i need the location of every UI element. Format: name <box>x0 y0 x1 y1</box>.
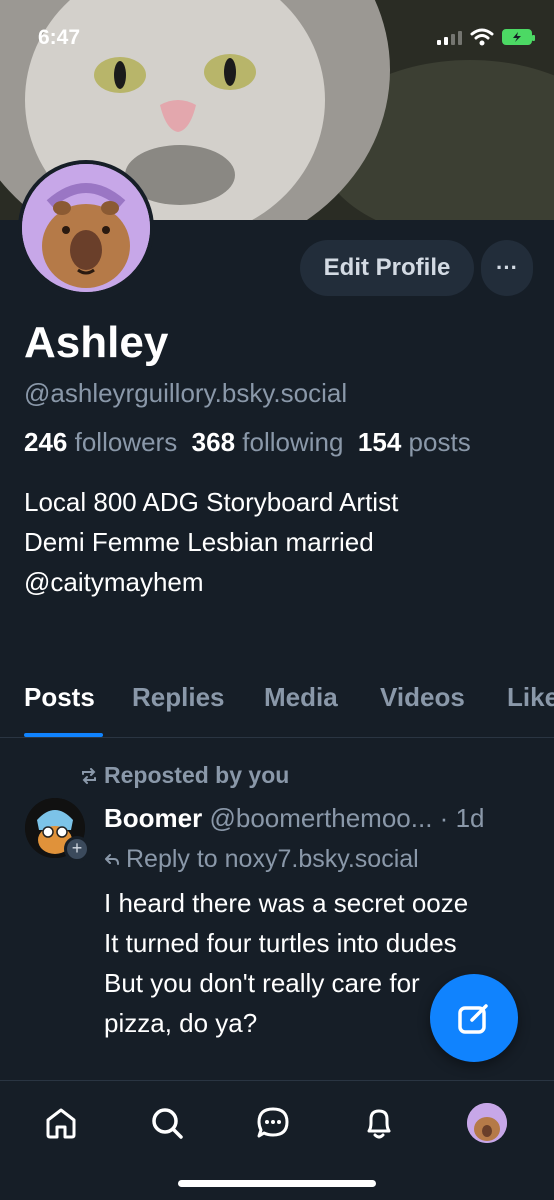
followers-count: 246 <box>24 427 68 457</box>
following-count: 368 <box>191 427 236 457</box>
following-label: following <box>242 427 344 457</box>
posts-count: 154 <box>357 427 402 457</box>
active-tab-indicator <box>24 733 103 737</box>
nav-home[interactable] <box>37 1099 85 1147</box>
post-author-handle[interactable]: @boomerthemoo... <box>209 803 432 833</box>
repost-icon <box>82 767 96 784</box>
tab-videos[interactable]: Videos <box>380 682 465 713</box>
capybara-avatar-image <box>22 164 150 292</box>
bio-mention-link[interactable]: @caitymayhem <box>24 562 398 602</box>
nav-profile[interactable] <box>463 1099 511 1147</box>
repost-indicator[interactable]: Reposted by you <box>80 762 289 789</box>
post-line: It turned four turtles into dudes <box>104 928 457 958</box>
more-options-button[interactable]: ··· <box>481 240 533 296</box>
followers-label: followers <box>74 427 178 457</box>
tab-media[interactable]: Media <box>264 682 338 713</box>
repost-label: Reposted by you <box>104 762 290 788</box>
edit-profile-button[interactable]: Edit Profile <box>300 240 474 296</box>
nav-search[interactable] <box>143 1099 191 1147</box>
reply-to-indicator[interactable]: Reply to noxy7.bsky.social <box>104 845 419 874</box>
search-icon <box>152 1108 183 1139</box>
compose-button[interactable] <box>430 974 518 1062</box>
profile-handle: @ashleyrguillory.bsky.social <box>24 378 348 408</box>
status-icons <box>437 28 535 46</box>
chat-icon <box>257 1107 289 1138</box>
cellular-signal-icon <box>437 29 462 45</box>
battery-charging-icon <box>502 29 535 45</box>
tab-replies[interactable]: Replies <box>132 682 225 713</box>
posts-label: posts <box>408 427 471 457</box>
bio-line: Demi Femme Lesbian married <box>24 527 374 557</box>
post-header: Boomer @boomerthemoo... · 1d <box>104 803 485 834</box>
compose-icon <box>458 1004 488 1034</box>
post-author-name[interactable]: Boomer <box>104 803 202 833</box>
profile-avatar[interactable] <box>18 160 154 296</box>
profile-stats: 246 followers 368 following 154 posts <box>24 427 471 458</box>
home-icon <box>46 1108 76 1139</box>
bell-icon <box>367 1109 391 1139</box>
post-line: I heard there was a secret ooze <box>104 888 469 918</box>
status-time: 6:47 <box>38 26 81 49</box>
reply-to-label: Reply to noxy7.bsky.social <box>126 845 419 873</box>
profile-bio: Local 800 ADG Storyboard Artist Demi Fem… <box>24 482 398 602</box>
follow-plus-button[interactable]: + <box>64 836 90 862</box>
post-age: 1d <box>455 803 485 833</box>
bio-line: Local 800 ADG Storyboard Artist <box>24 487 399 517</box>
display-name: Ashley <box>24 318 169 367</box>
nav-chat[interactable] <box>249 1099 297 1147</box>
following-link[interactable]: 368 following <box>192 427 344 457</box>
tab-likes[interactable]: Likes <box>507 682 554 713</box>
post-separator: · <box>439 803 449 833</box>
followers-link[interactable]: 246 followers <box>24 427 177 457</box>
wifi-icon <box>470 28 494 46</box>
reply-arrow-icon <box>105 853 119 865</box>
tab-posts[interactable]: Posts <box>24 682 95 713</box>
avatar <box>467 1103 507 1143</box>
home-indicator <box>178 1180 376 1187</box>
nav-notifications[interactable] <box>355 1099 403 1147</box>
profile-tabs: Posts Replies Media Videos Likes <box>0 670 554 738</box>
